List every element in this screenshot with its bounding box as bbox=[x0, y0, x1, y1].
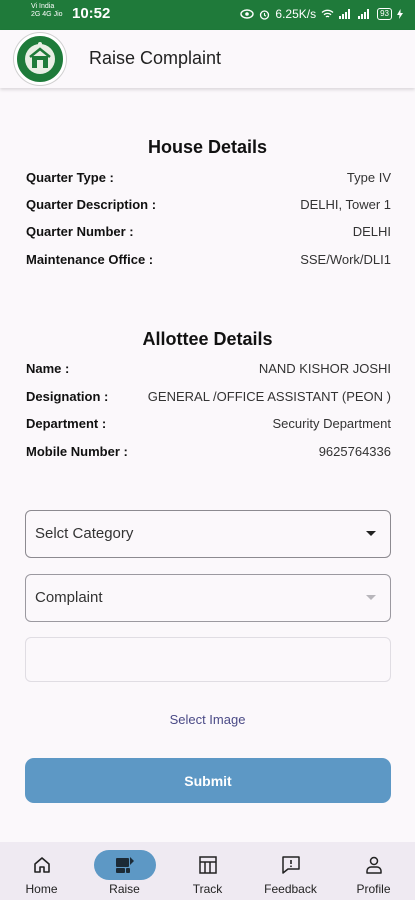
complaint-description-input[interactable] bbox=[25, 637, 391, 682]
house-row-quarter-type: Quarter Type : Type IV bbox=[26, 170, 391, 188]
row-value: 9625764336 bbox=[318, 444, 391, 459]
row-label: Designation : bbox=[26, 389, 109, 404]
select-image-button[interactable]: Select Image bbox=[0, 712, 415, 727]
net-speed: 6.25K/s bbox=[275, 7, 317, 21]
nav-raise[interactable]: Raise bbox=[83, 842, 166, 900]
page-title: Raise Complaint bbox=[89, 48, 222, 68]
profile-icon bbox=[343, 850, 405, 880]
house-details-title: House Details bbox=[147, 137, 268, 157]
submit-button[interactable]: Submit bbox=[25, 758, 391, 803]
category-dropdown[interactable]: Selct Category bbox=[25, 510, 391, 558]
carrier-line-1: Vi India bbox=[31, 3, 55, 10]
row-label: Quarter Description : bbox=[26, 197, 157, 212]
row-label: Quarter Number : bbox=[26, 224, 134, 239]
nav-home[interactable]: Home bbox=[0, 842, 83, 900]
allottee-row-department: Department : Security Department bbox=[26, 416, 391, 434]
house-row-quarter-description: Quarter Description : DELHI, Tower 1 bbox=[26, 197, 391, 215]
dropdown-arrow-icon bbox=[366, 595, 376, 600]
row-value: NAND KISHOR JOSHI bbox=[258, 361, 391, 376]
row-value: DELHI, Tower 1 bbox=[300, 197, 391, 212]
nav-label: Track bbox=[192, 882, 223, 896]
feedback-icon bbox=[260, 850, 322, 880]
bottom-navigation: Home Raise Track Feedback Profile bbox=[0, 842, 415, 900]
nav-feedback[interactable]: Feedback bbox=[249, 842, 332, 900]
complaint-dropdown[interactable]: Complaint bbox=[25, 574, 391, 622]
row-label: Department : bbox=[26, 416, 107, 431]
nav-label: Feedback bbox=[264, 882, 317, 896]
home-icon bbox=[11, 850, 73, 880]
dropdown-arrow-icon bbox=[366, 531, 376, 536]
row-value: DELHI bbox=[352, 224, 391, 239]
signal-2-icon bbox=[358, 9, 372, 19]
complaint-placeholder: Complaint bbox=[35, 589, 103, 606]
app-bar: Raise Complaint bbox=[0, 30, 415, 88]
row-value: SSE/Work/DLI1 bbox=[300, 252, 391, 267]
row-label: Mobile Number : bbox=[26, 444, 128, 459]
nav-track[interactable]: Track bbox=[166, 842, 249, 900]
charging-icon bbox=[397, 9, 403, 19]
row-value: Type IV bbox=[346, 170, 391, 185]
house-row-maintenance-office: Maintenance Office : SSE/Work/DLI1 bbox=[26, 252, 391, 270]
nav-label: Home bbox=[25, 882, 58, 896]
nav-label: Profile bbox=[356, 882, 391, 896]
alarm-icon bbox=[259, 9, 270, 20]
allottee-row-name: Name : NAND KISHOR JOSHI bbox=[26, 361, 391, 379]
carrier-info: Vi India 2G 4G Jio bbox=[31, 3, 63, 19]
wifi-icon bbox=[321, 9, 334, 19]
allottee-row-mobile: Mobile Number : 9625764336 bbox=[26, 444, 391, 462]
category-placeholder: Selct Category bbox=[35, 525, 134, 542]
status-time: 10:52 bbox=[72, 5, 111, 22]
row-value: Security Department bbox=[272, 416, 392, 431]
signal-icon bbox=[339, 9, 353, 19]
raise-icon bbox=[93, 850, 156, 880]
status-bar: Vi India 2G 4G Jio 10:52 6.25K/s 93 bbox=[0, 0, 415, 30]
status-icons: 6.25K/s 93 bbox=[240, 7, 403, 21]
house-row-quarter-number: Quarter Number : DELHI bbox=[26, 224, 391, 242]
row-label: Quarter Type : bbox=[26, 170, 114, 185]
nav-label: Raise bbox=[109, 882, 140, 896]
battery-icon: 93 bbox=[377, 8, 392, 20]
eye-icon bbox=[240, 9, 255, 19]
allottee-details-title: Allottee Details bbox=[142, 329, 273, 349]
row-label: Maintenance Office : bbox=[26, 252, 154, 267]
row-label: Name : bbox=[26, 361, 70, 376]
allottee-row-designation: Designation : GENERAL /OFFICE ASSISTANT … bbox=[26, 389, 391, 407]
nav-profile[interactable]: Profile bbox=[332, 842, 415, 900]
row-value: GENERAL /OFFICE ASSISTANT (PEON ) bbox=[147, 389, 391, 404]
track-icon bbox=[177, 850, 239, 880]
carrier-line-2: 2G 4G Jio bbox=[31, 11, 63, 18]
app-logo bbox=[14, 33, 66, 85]
